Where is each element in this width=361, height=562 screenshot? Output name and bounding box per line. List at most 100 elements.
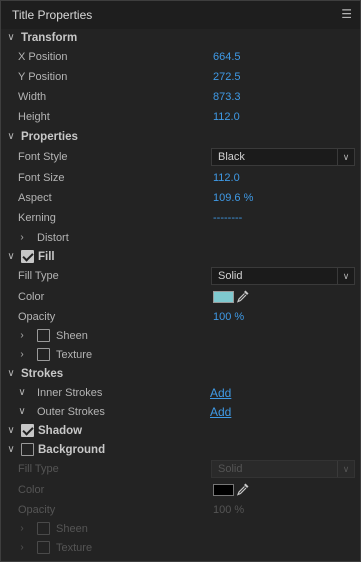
sheen-label: Sheen [56,330,88,342]
kerning-value[interactable]: -------- [213,212,242,224]
section-title: Shadow [38,425,83,437]
section-title: Fill [38,251,55,263]
panel-title: Title Properties [12,8,93,22]
texture-row[interactable]: › Texture [1,346,360,365]
bg-color-swatch [213,484,234,496]
height-label: Height [18,111,50,123]
chevron-down-icon: ∨ [337,461,354,477]
chevron-right-icon[interactable]: › [16,328,28,344]
x-position-value[interactable]: 664.5 [213,51,241,63]
section-title: Properties [21,131,78,143]
fill-color-swatch[interactable] [213,291,234,303]
outer-strokes-label: Outer Strokes [37,406,105,418]
y-position-value[interactable]: 272.5 [213,71,241,83]
add-outer-stroke-link[interactable]: Add [210,405,231,419]
sheen-row[interactable]: › Sheen [1,327,360,346]
panel-menu-icon[interactable]: ☰ [341,7,352,21]
chevron-down-icon[interactable]: ∨ [16,385,28,401]
eyedropper-icon[interactable] [236,289,250,303]
font-style-label: Font Style [18,151,68,163]
fill-opacity-value[interactable]: 100 % [213,311,244,323]
bg-fill-type-row: Fill Type Solid ∨ [1,460,360,479]
aspect-value[interactable]: 109.6 % [213,192,253,204]
shadow-checkbox[interactable] [21,424,34,437]
kerning-label: Kerning [18,212,56,224]
section-properties-header[interactable]: ∨ Properties [1,128,360,147]
font-style-value: Black [218,151,245,163]
aspect-label: Aspect [18,192,52,204]
background-checkbox[interactable] [21,443,34,456]
sheen-checkbox[interactable] [37,329,50,342]
font-size-label: Font Size [18,172,65,184]
x-position-label: X Position [18,51,68,63]
bg-sheen-row: › Sheen [1,520,360,539]
add-inner-stroke-link[interactable]: Add [210,386,231,400]
chevron-right-icon[interactable]: › [16,347,28,363]
chevron-down-icon[interactable]: ∨ [5,129,17,145]
bg-fill-type-label: Fill Type [18,463,59,475]
texture-checkbox[interactable] [37,348,50,361]
font-size-value[interactable]: 112.0 [213,172,240,184]
texture-label: Texture [56,349,93,361]
distort-row[interactable]: › Distort [1,229,360,248]
fill-type-select[interactable]: Solid ∨ [211,267,355,285]
section-fill-header[interactable]: ∨ Fill [1,248,360,267]
aspect-row: Aspect 109.6 % [1,189,360,208]
section-title: Transform [21,32,78,44]
font-size-row: Font Size 112.0 [1,169,360,188]
section-strokes-header[interactable]: ∨ Strokes [1,365,360,384]
y-position-label: Y Position [18,71,68,83]
eyedropper-icon [236,483,249,496]
fill-opacity-label: Opacity [18,311,56,323]
panel-header: Title Properties ☰ [1,1,360,29]
width-label: Width [18,91,47,103]
bg-texture-label: Texture [56,542,93,554]
section-title: Background [38,444,106,456]
bg-texture-checkbox [37,541,50,554]
chevron-down-icon[interactable]: ∨ [5,442,17,458]
fill-type-value: Solid [218,270,243,282]
title-properties-panel: Title Properties ☰ ∨ Transform X Positio… [0,0,361,562]
bg-opacity-value: 100 % [213,504,245,516]
width-row: Width 873.3 [1,88,360,107]
fill-type-row: Fill Type Solid ∨ [1,267,360,286]
height-row: Height 112.0 [1,108,360,127]
bg-fill-type-select: Solid ∨ [211,460,355,478]
inner-strokes-label: Inner Strokes [37,387,103,399]
bg-sheen-checkbox [37,522,50,535]
font-style-select[interactable]: Black ∨ [211,148,355,166]
bg-texture-row: › Texture [1,539,360,558]
fill-type-label: Fill Type [18,270,59,282]
y-position-row: Y Position 272.5 [1,68,360,87]
chevron-down-icon: ∨ [337,268,354,284]
chevron-right-icon: › [20,523,24,534]
kerning-row: Kerning -------- [1,209,360,228]
outer-strokes-row[interactable]: ∨ Outer Strokes Add [1,403,360,422]
chevron-down-icon[interactable]: ∨ [5,249,17,265]
fill-opacity-row: Opacity 100 % [1,308,360,327]
bg-opacity-label: Opacity [18,504,56,516]
height-value[interactable]: 112.0 [213,111,240,123]
font-style-row: Font Style Black ∨ [1,148,360,167]
chevron-down-icon: ∨ [337,149,354,165]
distort-label: Distort [37,232,69,244]
bg-color-row: Color [1,481,360,500]
chevron-down-icon[interactable]: ∨ [16,404,28,420]
fill-checkbox[interactable] [21,250,34,263]
section-shadow-header[interactable]: ∨ Shadow [1,422,360,441]
chevron-down-icon[interactable]: ∨ [5,30,17,46]
bg-color-label: Color [18,484,45,496]
bg-fill-type-value: Solid [218,463,243,475]
chevron-right-icon: › [20,542,24,553]
x-position-row: X Position 664.5 [1,48,360,67]
chevron-down-icon[interactable]: ∨ [5,423,17,439]
section-transform-header[interactable]: ∨ Transform [1,29,360,48]
width-value[interactable]: 873.3 [213,91,241,103]
inner-strokes-row[interactable]: ∨ Inner Strokes Add [1,384,360,403]
fill-color-label: Color [18,291,45,303]
chevron-down-icon[interactable]: ∨ [5,366,17,382]
chevron-right-icon[interactable]: › [16,230,28,246]
bg-opacity-row: Opacity 100 % [1,501,360,520]
fill-color-row: Color [1,288,360,307]
section-background-header[interactable]: ∨ Background [1,441,360,460]
